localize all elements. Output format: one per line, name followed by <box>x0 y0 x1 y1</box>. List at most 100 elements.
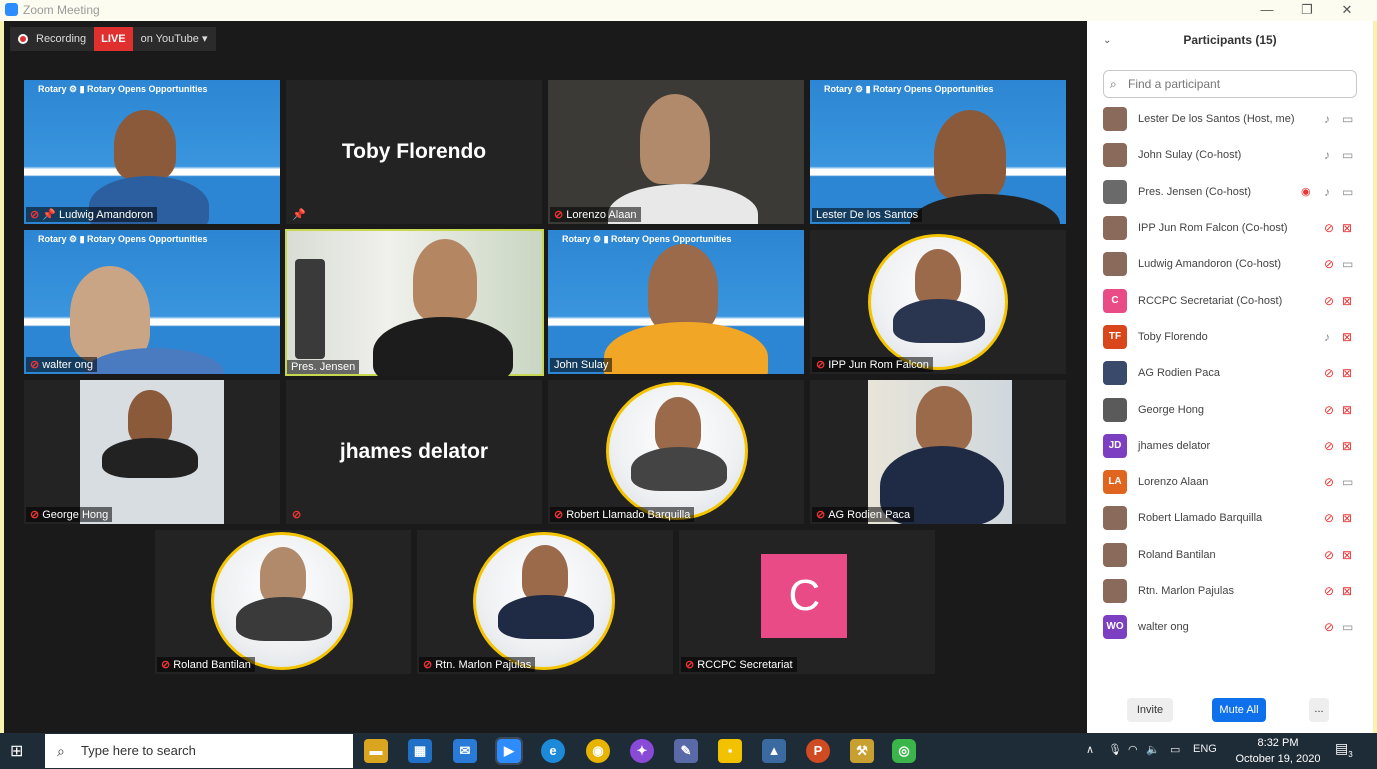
video-tile-lorenzo[interactable]: ⊘ Lorenzo Alaan <box>548 80 804 224</box>
mic-muted-icon: ⊘ <box>816 359 826 371</box>
chevron-up-icon[interactable]: ∧ <box>1086 743 1094 756</box>
edge-browser-icon[interactable]: e <box>541 739 565 763</box>
video-off-icon[interactable]: ⊠ <box>1342 366 1352 380</box>
video-tile-ludwig[interactable]: Rotary ⚙ ▮ Rotary Opens Opportunities ⊘ 📌… <box>24 80 280 224</box>
video-icon[interactable]: ▭ <box>1342 148 1353 162</box>
video-tile-george-hong[interactable]: ⊘ George Hong <box>24 380 280 524</box>
video-tile-rccpc-secretariat[interactable]: C ⊘ RCCPC Secretariat <box>679 530 935 674</box>
mail-icon[interactable]: ✉ <box>453 739 477 763</box>
video-off-icon[interactable]: ⊠ <box>1342 584 1352 598</box>
microphone-icon[interactable]: 🎙 <box>1108 743 1122 756</box>
video-off-icon[interactable]: ⊠ <box>1342 548 1352 562</box>
restore-button[interactable]: ❐ <box>1292 1 1322 19</box>
video-icon[interactable]: ▭ <box>1342 185 1353 199</box>
participant-row[interactable]: TF Toby Florendo ♪ ⊠ <box>1087 319 1373 355</box>
mute-all-button[interactable]: Mute All <box>1212 698 1266 722</box>
mic-muted-icon[interactable]: ⊘ <box>1324 548 1334 562</box>
notification-center-icon[interactable]: ▤3 <box>1335 740 1353 759</box>
mic-muted-icon[interactable]: ⊘ <box>1324 403 1334 417</box>
volume-icon[interactable]: 🔈 <box>1146 743 1160 756</box>
line-app-icon[interactable]: ◎ <box>892 739 916 763</box>
mic-icon[interactable]: ♪ <box>1324 112 1330 126</box>
zoom-taskbar-icon[interactable]: ▶ <box>495 737 523 765</box>
participant-row[interactable]: Robert Llamado Barquilla ⊘ ⊠ <box>1087 500 1373 536</box>
video-tile-roland[interactable]: ⊘ Roland Bantilan <box>155 530 411 674</box>
participant-row[interactable]: JD jhames delator ⊘ ⊠ <box>1087 428 1373 464</box>
participant-row[interactable]: LA Lorenzo Alaan ⊘ ▭ <box>1087 464 1373 500</box>
participant-row[interactable]: Rtn. Marlon Pajulas ⊘ ⊠ <box>1087 573 1373 609</box>
video-icon[interactable]: ▭ <box>1342 257 1353 271</box>
network-app-icon[interactable]: ▲ <box>762 739 786 763</box>
wifi-icon[interactable]: ◠ <box>1128 743 1138 756</box>
paint-icon[interactable]: ✎ <box>674 739 698 763</box>
profile-face <box>522 545 568 601</box>
battery-icon[interactable]: ▭ <box>1170 743 1180 756</box>
mic-muted-icon[interactable]: ⊘ <box>1324 366 1334 380</box>
video-off-icon[interactable]: ⊠ <box>1342 330 1352 344</box>
video-tile-jhames[interactable]: jhames delator ⊘ <box>286 380 542 524</box>
video-tile-pres-jensen-active-speaker[interactable]: Pres. Jensen <box>285 229 544 376</box>
participant-name: jhames delator <box>1138 439 1211 452</box>
video-icon[interactable]: ▭ <box>1342 620 1353 634</box>
tool-app-icon[interactable]: ⚒ <box>850 739 874 763</box>
mic-icon[interactable]: ♪ <box>1324 148 1330 162</box>
minimize-button[interactable]: — <box>1252 1 1282 19</box>
mic-muted-icon[interactable]: ⊘ <box>1324 584 1334 598</box>
mic-muted-icon[interactable]: ⊘ <box>1324 475 1334 489</box>
video-tile-ipp-jun-rom[interactable]: ⊘ IPP Jun Rom Falcon <box>810 230 1066 374</box>
more-options-button[interactable]: ... <box>1309 698 1329 722</box>
calendar-icon[interactable]: ▦ <box>408 739 432 763</box>
windows-start-icon[interactable]: ⊞ <box>10 741 32 761</box>
live-badge[interactable]: LIVE <box>94 27 133 51</box>
mic-muted-icon: ⊘ <box>30 209 40 221</box>
participant-row[interactable]: Roland Bantilan ⊘ ⊠ <box>1087 537 1373 573</box>
participant-row[interactable]: Ludwig Amandoron (Co-host) ⊘ ▭ <box>1087 246 1373 282</box>
participant-row[interactable]: George Hong ⊘ ⊠ <box>1087 391 1373 427</box>
mic-muted-icon[interactable]: ⊘ <box>1324 511 1334 525</box>
video-off-icon[interactable]: ⊠ <box>1342 511 1352 525</box>
close-button[interactable]: ✕ <box>1332 1 1362 19</box>
file-explorer-icon[interactable]: ▬ <box>364 739 388 763</box>
live-stream-dropdown[interactable]: on YouTube ▾ <box>132 27 216 51</box>
video-tile-robert[interactable]: ⊘ Robert Llamado Barquilla <box>548 380 804 524</box>
sticky-notes-icon[interactable]: ▪ <box>718 739 742 763</box>
video-off-icon[interactable]: ⊠ <box>1342 294 1352 308</box>
mic-muted-icon[interactable]: ⊘ <box>1324 221 1334 235</box>
notification-count: 3 <box>1348 749 1353 759</box>
mic-muted-icon[interactable]: ⊘ <box>1324 294 1334 308</box>
mic-muted-icon: ⊘ <box>292 509 302 521</box>
chrome-browser-icon[interactable]: ◉ <box>586 739 610 763</box>
mic-icon[interactable]: ♪ <box>1324 185 1330 199</box>
messenger-icon[interactable]: ✦ <box>630 739 654 763</box>
mic-muted-icon[interactable]: ⊘ <box>1324 439 1334 453</box>
participant-row[interactable]: IPP Jun Rom Falcon (Co-host) ⊘ ⊠ <box>1087 210 1373 246</box>
participant-row[interactable]: WO walter ong ⊘ ▭ <box>1087 609 1373 645</box>
invite-button[interactable]: Invite <box>1127 698 1173 722</box>
participant-row[interactable]: Lester De los Santos (Host, me) ♪ ▭ <box>1087 101 1373 137</box>
video-icon[interactable]: ▭ <box>1342 112 1353 126</box>
participant-name: Roland Bantilan <box>1138 548 1216 561</box>
taskbar-search-input[interactable]: ⌕ Type here to search <box>45 734 353 768</box>
participant-row[interactable]: Pres. Jensen (Co-host) ◉ ♪ ▭ <box>1087 174 1373 210</box>
video-tile-marlon[interactable]: ⊘ Rtn. Marlon Pajulas <box>417 530 673 674</box>
participant-row[interactable]: AG Rodien Paca ⊘ ⊠ <box>1087 355 1373 391</box>
powerpoint-icon[interactable]: P <box>806 739 830 763</box>
recording-indicator[interactable]: Recording <box>10 27 95 51</box>
mic-icon[interactable]: ♪ <box>1324 330 1330 344</box>
video-tile-walter[interactable]: Rotary ⚙ ▮ Rotary Opens Opportunities ⊘ w… <box>24 230 280 374</box>
participant-search-input[interactable]: ⌕ Find a participant <box>1103 70 1357 98</box>
video-off-icon[interactable]: ⊠ <box>1342 439 1352 453</box>
input-language[interactable]: ENG <box>1193 743 1217 755</box>
video-tile-john-sulay[interactable]: Rotary ⚙ ▮ Rotary Opens Opportunities Jo… <box>548 230 804 374</box>
mic-muted-icon[interactable]: ⊘ <box>1324 620 1334 634</box>
video-icon[interactable]: ▭ <box>1342 475 1353 489</box>
video-tile-toby[interactable]: Toby Florendo 📌 <box>286 80 542 224</box>
mic-muted-icon[interactable]: ⊘ <box>1324 257 1334 271</box>
participant-row[interactable]: C RCCPC Secretariat (Co-host) ⊘ ⊠ <box>1087 282 1373 318</box>
video-tile-ag-rodien[interactable]: ⊘ AG Rodien Paca <box>810 380 1066 524</box>
video-off-icon[interactable]: ⊠ <box>1342 403 1352 417</box>
video-tile-lester[interactable]: Rotary ⚙ ▮ Rotary Opens Opportunities Le… <box>810 80 1066 224</box>
participant-row[interactable]: John Sulay (Co-host) ♪ ▭ <box>1087 137 1373 173</box>
taskbar-clock[interactable]: 8:32 PM October 19, 2020 <box>1228 735 1328 767</box>
video-off-icon[interactable]: ⊠ <box>1342 221 1352 235</box>
